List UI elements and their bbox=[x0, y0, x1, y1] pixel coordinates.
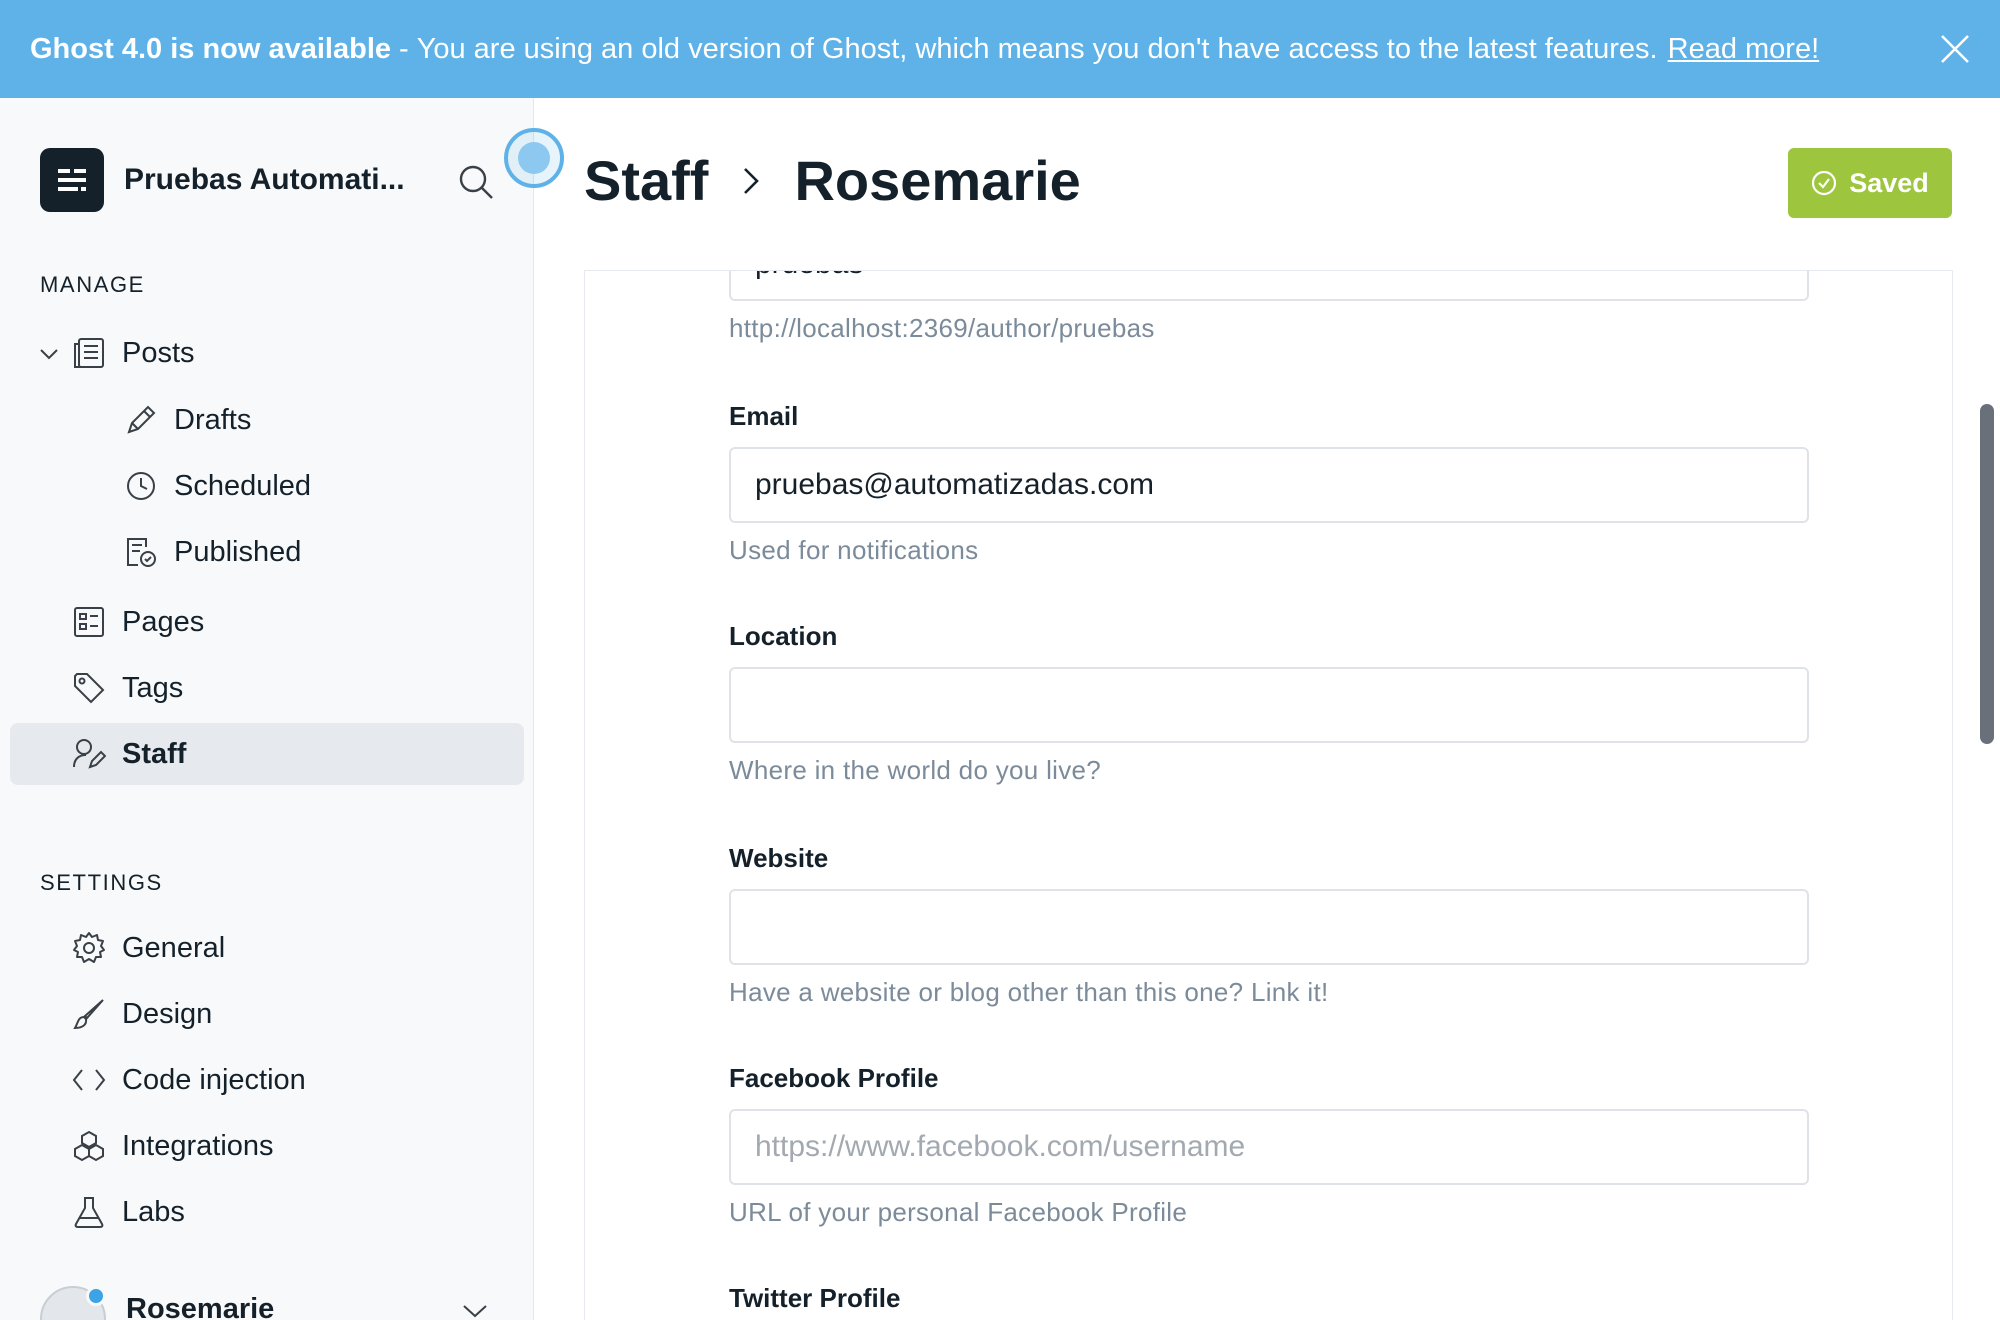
sidebar-item-label: Published bbox=[174, 535, 302, 568]
user-name: Rosemarie bbox=[126, 1292, 275, 1320]
banner-message: You are using an old version of Ghost, w… bbox=[416, 32, 1658, 65]
page-title: Rosemarie bbox=[794, 149, 1081, 212]
banner-title: Ghost 4.0 is now available bbox=[30, 32, 392, 65]
saved-label: Saved bbox=[1849, 167, 1929, 198]
sidebar-item-label: Drafts bbox=[174, 403, 252, 436]
avatar bbox=[40, 1286, 106, 1320]
code-icon bbox=[72, 1069, 106, 1091]
sidebar-item-tags[interactable]: Tags bbox=[10, 657, 524, 719]
manage-section-label: MANAGE bbox=[40, 272, 145, 297]
flask-icon bbox=[74, 1197, 104, 1228]
sidebar-item-label: Code injection bbox=[122, 1063, 306, 1096]
sidebar-item-label: General bbox=[122, 931, 226, 964]
notification-dot bbox=[86, 1286, 106, 1306]
banner-read-more-link[interactable]: Read more! bbox=[1668, 33, 1820, 66]
facebook-help: URL of your personal Facebook Profile bbox=[729, 1197, 1188, 1227]
breadcrumb-parent[interactable]: Staff bbox=[584, 148, 708, 213]
slug-help: http://localhost:2369/author/pruebas bbox=[729, 313, 1155, 343]
sidebar-item-label: Labs bbox=[122, 1195, 185, 1228]
integrations-icon bbox=[74, 1130, 104, 1162]
posts-icon bbox=[74, 338, 104, 368]
sidebar-item-published[interactable]: Published bbox=[10, 521, 524, 583]
pencil-icon bbox=[127, 405, 156, 434]
saved-button[interactable]: Saved bbox=[1788, 148, 1952, 218]
sidebar-item-label: Scheduled bbox=[174, 469, 312, 502]
pages-icon bbox=[74, 607, 104, 637]
search-icon[interactable] bbox=[456, 162, 496, 202]
email-label: Email bbox=[729, 401, 799, 431]
published-icon bbox=[127, 538, 156, 567]
location-label: Location bbox=[729, 621, 838, 651]
focus-indicator bbox=[504, 128, 564, 188]
chevron-right-icon bbox=[744, 167, 760, 194]
brush-icon bbox=[73, 999, 104, 1030]
main-content: Staff Rosemarie Saved pruebas http://loc… bbox=[535, 98, 2000, 1320]
sidebar-item-design[interactable]: Design bbox=[10, 983, 524, 1045]
sidebar: Pruebas Automati... MANAGE Posts Drafts bbox=[0, 98, 534, 1320]
website-label: Website bbox=[729, 843, 829, 873]
site-brand[interactable]: Pruebas Automati... bbox=[40, 148, 444, 212]
banner-separator: - bbox=[399, 32, 409, 65]
sidebar-item-label: Tags bbox=[122, 671, 184, 704]
location-field[interactable] bbox=[729, 667, 1809, 743]
sidebar-item-labs[interactable]: Labs bbox=[10, 1181, 524, 1243]
sidebar-item-scheduled[interactable]: Scheduled bbox=[10, 455, 524, 517]
close-icon[interactable] bbox=[1936, 30, 1974, 68]
settings-section-label: SETTINGS bbox=[40, 870, 163, 895]
sidebar-item-label: Design bbox=[122, 997, 213, 1030]
sidebar-item-label: Staff bbox=[122, 737, 187, 770]
sidebar-item-code-injection[interactable]: Code injection bbox=[10, 1049, 524, 1111]
website-field[interactable] bbox=[729, 889, 1809, 965]
site-logo bbox=[40, 148, 104, 212]
sidebar-item-general[interactable]: General bbox=[10, 917, 524, 979]
chevron-down-icon[interactable] bbox=[38, 343, 60, 365]
sidebar-item-drafts[interactable]: Drafts bbox=[10, 389, 524, 451]
user-menu[interactable]: Rosemarie bbox=[40, 1286, 274, 1320]
scrollbar-thumb[interactable] bbox=[1980, 404, 1994, 744]
profile-form-card: pruebas http://localhost:2369/author/pru… bbox=[584, 270, 1953, 1320]
breadcrumb: Staff Rosemarie bbox=[584, 148, 1081, 213]
gear-icon bbox=[73, 932, 105, 963]
location-help: Where in the world do you live? bbox=[729, 755, 1102, 785]
upgrade-banner: Ghost 4.0 is now available - You are usi… bbox=[0, 0, 2000, 98]
clock-icon bbox=[127, 472, 155, 500]
sidebar-item-integrations[interactable]: Integrations bbox=[10, 1115, 524, 1177]
chevron-down-icon[interactable] bbox=[460, 1300, 490, 1320]
facebook-label: Facebook Profile bbox=[729, 1063, 939, 1093]
tag-icon bbox=[74, 673, 105, 704]
twitter-label: Twitter Profile bbox=[729, 1283, 901, 1313]
email-field[interactable]: pruebas@automatizadas.com bbox=[729, 447, 1809, 523]
sidebar-item-pages[interactable]: Pages bbox=[10, 591, 524, 653]
sidebar-item-staff[interactable]: Staff bbox=[10, 723, 524, 785]
sidebar-item-label: Posts bbox=[122, 336, 195, 369]
sidebar-item-posts[interactable]: Posts bbox=[10, 322, 524, 384]
site-name: Pruebas Automati... bbox=[124, 163, 405, 196]
check-circle-icon bbox=[1812, 170, 1837, 196]
email-help: Used for notifications bbox=[729, 535, 979, 565]
slug-input[interactable]: pruebas bbox=[729, 271, 1809, 301]
facebook-field[interactable]: https://www.facebook.com/username bbox=[729, 1109, 1809, 1185]
sidebar-item-label: Integrations bbox=[122, 1129, 274, 1162]
website-help: Have a website or blog other than this o… bbox=[729, 977, 1329, 1007]
staff-icon bbox=[73, 739, 106, 769]
sidebar-item-label: Pages bbox=[122, 605, 205, 638]
